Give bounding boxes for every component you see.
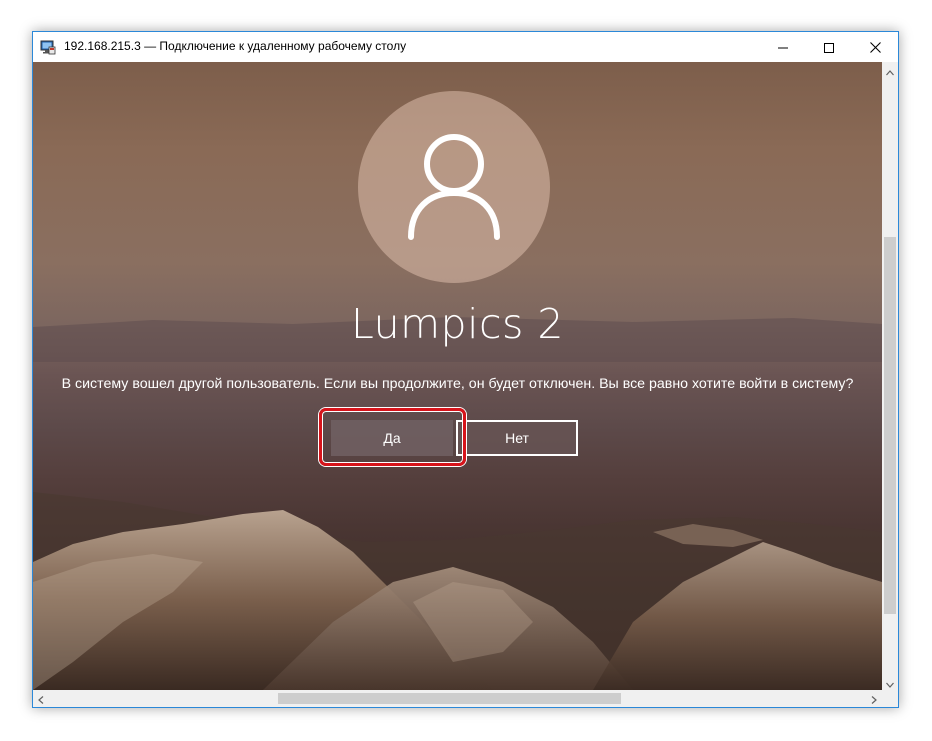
scroll-down-button[interactable] xyxy=(882,674,898,690)
maximize-button[interactable] xyxy=(806,33,852,62)
window-title: 192.168.215.3 — Подключение к удаленному… xyxy=(64,39,407,53)
scroll-up-button[interactable] xyxy=(882,62,898,78)
user-icon xyxy=(404,131,504,245)
horizontal-scrollbar[interactable] xyxy=(33,690,882,707)
scroll-left-button[interactable] xyxy=(33,690,49,706)
chevron-right-icon xyxy=(871,689,877,708)
remote-desktop-icon xyxy=(40,39,56,55)
horizontal-scroll-thumb[interactable] xyxy=(278,693,621,704)
chevron-down-icon xyxy=(886,673,894,692)
lock-screen: Lumpics 2 В систему вошел другой пользов… xyxy=(33,62,882,690)
session-warning-message: В систему вошел другой пользователь. Есл… xyxy=(61,376,854,392)
scrollbar-corner xyxy=(882,690,898,707)
close-icon xyxy=(869,42,881,53)
scroll-right-button[interactable] xyxy=(866,690,882,706)
minimize-button[interactable] xyxy=(760,33,806,62)
vertical-scrollbar[interactable] xyxy=(882,62,898,690)
minimize-icon xyxy=(778,43,788,53)
maximize-icon xyxy=(824,42,834,53)
chevron-left-icon xyxy=(38,689,44,708)
close-button[interactable] xyxy=(852,33,898,62)
username: Lumpics 2 xyxy=(351,300,564,348)
title-bar[interactable]: 192.168.215.3 — Подключение к удаленному… xyxy=(33,32,898,62)
chevron-up-icon xyxy=(886,61,894,80)
user-avatar xyxy=(358,91,550,283)
yes-button[interactable]: Да xyxy=(331,420,453,456)
remote-desktop-window: 192.168.215.3 — Подключение к удаленному… xyxy=(32,31,899,708)
vertical-scroll-thumb[interactable] xyxy=(884,237,896,614)
no-button[interactable]: Нет xyxy=(456,420,578,456)
